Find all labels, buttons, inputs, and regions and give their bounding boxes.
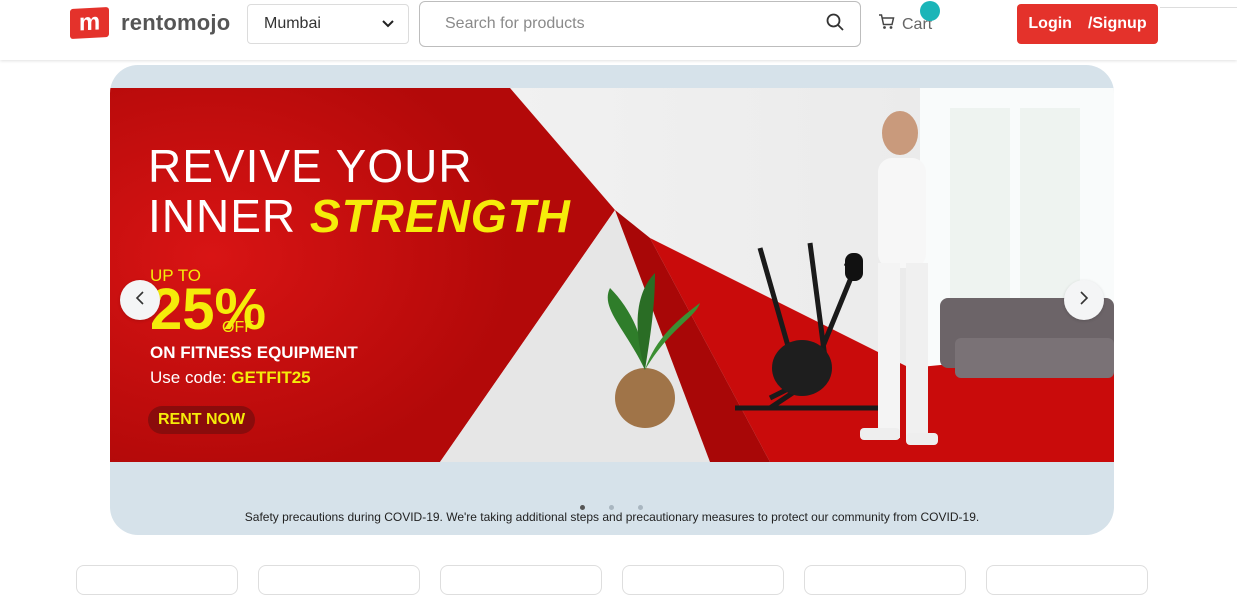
city-selector[interactable]: Mumbai — [247, 4, 409, 44]
category-card[interactable] — [622, 565, 784, 595]
banner-headline-line2: INNER STRENGTH — [148, 192, 571, 240]
category-card[interactable] — [804, 565, 966, 595]
covid-notice[interactable]: Safety precautions during COVID-19. We'r… — [110, 510, 1114, 524]
banner-promo-code: Use code: GETFIT25 — [150, 368, 311, 388]
banner-off: OFF — [222, 319, 254, 336]
header-edge-line — [1160, 0, 1237, 8]
hero-carousel: REVIVE YOUR INNER STRENGTH UP TO 25% OFF… — [110, 65, 1114, 535]
rent-now-button[interactable]: RENT NOW — [148, 406, 256, 434]
city-label: Mumbai — [264, 15, 321, 32]
promo-banner[interactable]: REVIVE YOUR INNER STRENGTH UP TO 25% OFF… — [110, 88, 1114, 462]
headline-highlight: STRENGTH — [309, 190, 571, 242]
brand-name: rentomojo — [121, 10, 231, 35]
headline-plain: INNER — [148, 190, 310, 242]
category-row — [76, 565, 1148, 595]
category-card[interactable] — [440, 565, 602, 595]
search-input[interactable] — [445, 15, 826, 33]
carousel-prev-button[interactable] — [120, 280, 160, 320]
signup-label: /Signup — [1087, 15, 1147, 32]
category-card[interactable] — [986, 565, 1148, 595]
logo-mark: m — [70, 6, 109, 40]
carousel-next-button[interactable] — [1064, 280, 1104, 320]
category-card[interactable] — [258, 565, 420, 595]
cart-icon — [878, 14, 895, 35]
category-card[interactable] — [76, 565, 238, 595]
promo-code-value: GETFIT25 — [231, 368, 311, 387]
rentomojo-logo[interactable]: m rentomojo — [70, 6, 231, 40]
banner-headline-line1: REVIVE YOUR — [148, 140, 473, 192]
search-icon[interactable] — [826, 13, 844, 36]
cart-count-badge — [920, 1, 940, 21]
search-bar — [419, 1, 861, 47]
banner-category: ON FITNESS EQUIPMENT — [150, 343, 358, 362]
chevron-right-icon — [1079, 290, 1089, 310]
chevron-down-icon — [382, 15, 394, 33]
login-signup-button[interactable]: Login /Signup — [1017, 4, 1158, 44]
chevron-left-icon — [135, 290, 145, 310]
top-header: m rentomojo Mumbai Cart Login /Signup — [0, 0, 1237, 60]
login-label: Login — [1028, 15, 1072, 32]
promo-code-prefix: Use code: — [150, 368, 232, 387]
